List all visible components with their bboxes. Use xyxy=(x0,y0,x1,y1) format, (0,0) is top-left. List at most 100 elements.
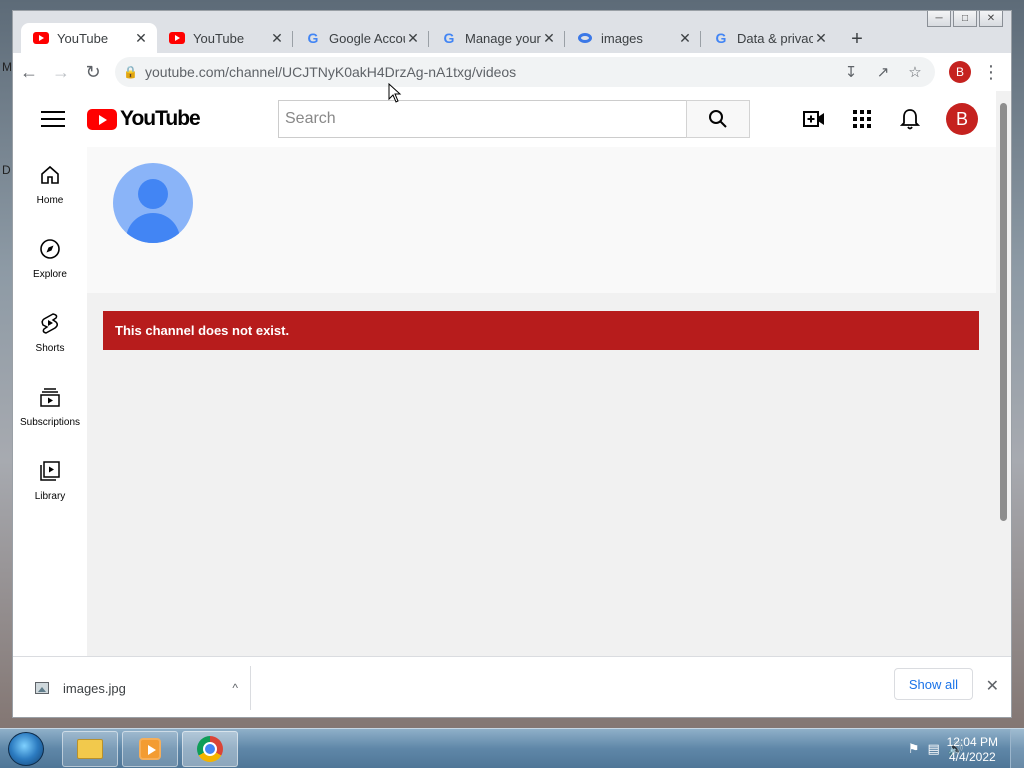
browser-tab[interactable]: G Google Accounts ✕ xyxy=(293,23,429,53)
action-center-flag-icon[interactable]: ⚑ xyxy=(908,741,920,757)
channel-header xyxy=(87,147,998,293)
guide-item-label: Explore xyxy=(33,269,67,280)
back-button[interactable]: ← xyxy=(13,56,45,88)
create-video-icon[interactable] xyxy=(802,107,826,131)
browser-tab[interactable]: YouTube ✕ xyxy=(21,23,157,53)
home-icon xyxy=(38,163,62,187)
address-bar[interactable]: 🔒 youtube.com/channel/UCJTNyK0akH4DrzAg-… xyxy=(115,57,935,87)
url-text: youtube.com/channel/UCJTNyK0akH4DrzAg-nA… xyxy=(145,64,517,80)
guide-item-label: Subscriptions xyxy=(19,417,81,428)
account-avatar[interactable]: B xyxy=(946,103,978,135)
close-tab-icon[interactable]: ✕ xyxy=(405,30,421,47)
close-shelf-icon[interactable]: ✕ xyxy=(986,676,999,696)
install-app-icon[interactable]: ↧ xyxy=(839,63,863,81)
download-file-name: images.jpg xyxy=(63,680,126,696)
browser-toolbar: ← → ↻ 🔒 youtube.com/channel/UCJTNyK0akH4… xyxy=(13,53,1011,91)
new-tab-button[interactable]: + xyxy=(843,25,871,53)
search-box xyxy=(278,100,750,138)
close-tab-icon[interactable]: ✕ xyxy=(269,30,285,47)
download-shelf: images.jpg ^ Show all ✕ xyxy=(13,656,1011,717)
menu-icon[interactable] xyxy=(41,111,65,127)
close-tab-icon[interactable]: ✕ xyxy=(133,30,149,47)
google-favicon-icon: G xyxy=(307,30,319,46)
network-icon[interactable]: ▤ xyxy=(928,741,940,757)
search-input[interactable] xyxy=(278,100,686,138)
taskbar-clock[interactable]: 12:04 PM 4/4/2022 xyxy=(947,735,998,765)
desktop-icon-label: M xyxy=(2,60,12,74)
download-item[interactable]: images.jpg ^ xyxy=(13,666,251,710)
close-tab-icon[interactable]: ✕ xyxy=(813,30,829,47)
youtube-page: YouTube B xyxy=(13,91,1011,656)
notifications-bell-icon[interactable] xyxy=(898,107,922,131)
browser-window: ─ □ ✕ YouTube ✕ YouTube ✕ G Google Accou… xyxy=(12,10,1012,718)
youtube-play-icon xyxy=(87,108,117,130)
google-favicon-icon: G xyxy=(443,30,455,46)
google-favicon-icon: G xyxy=(715,30,727,46)
forward-button[interactable]: → xyxy=(45,56,77,88)
bookmark-star-icon[interactable]: ☆ xyxy=(903,63,927,81)
tab-strip: YouTube ✕ YouTube ✕ G Google Accounts ✕ … xyxy=(21,21,1011,53)
mouse-cursor-icon xyxy=(388,83,402,103)
taskbar: ⚑ ▤ 🔊 12:04 PM 4/4/2022 xyxy=(0,728,1024,768)
compass-icon xyxy=(38,237,62,261)
tab-title: YouTube xyxy=(193,30,245,46)
clock-time: 12:04 PM xyxy=(946,735,998,749)
guide-item-label: Home xyxy=(36,195,64,206)
tab-title: images xyxy=(601,30,643,46)
guide-item-subscriptions[interactable]: Subscriptions xyxy=(13,369,87,443)
shorts-icon xyxy=(38,311,62,335)
browser-tab[interactable]: G Data & privacy ✕ xyxy=(701,23,837,53)
library-icon xyxy=(38,459,62,483)
folder-icon xyxy=(77,739,103,759)
share-icon[interactable]: ↗ xyxy=(871,63,895,81)
tab-title: Manage your Google Account xyxy=(465,30,541,46)
browser-profile-avatar[interactable]: B xyxy=(949,61,971,83)
channel-content: This channel does not exist. xyxy=(87,147,998,656)
lock-icon: 🔒 xyxy=(123,65,138,79)
guide-item-label: Shorts xyxy=(35,343,65,354)
browser-tab[interactable]: YouTube ✕ xyxy=(157,23,293,53)
youtube-favicon-icon xyxy=(169,30,185,46)
youtube-favicon-icon xyxy=(33,30,49,46)
media-player-icon xyxy=(139,738,161,760)
youtube-logo[interactable]: YouTube xyxy=(87,107,201,131)
search-icon xyxy=(709,110,727,128)
chrome-icon xyxy=(197,736,223,762)
clock-date: 4/4/2022 xyxy=(948,750,996,764)
guide-item-shorts[interactable]: Shorts xyxy=(13,295,87,369)
youtube-header: YouTube B xyxy=(13,91,998,147)
reload-button[interactable]: ↻ xyxy=(77,56,109,88)
close-tab-icon[interactable]: ✕ xyxy=(541,30,557,47)
search-button[interactable] xyxy=(686,100,750,138)
guide-item-home[interactable]: Home xyxy=(13,147,87,221)
scrollbar-thumb[interactable] xyxy=(1000,103,1007,521)
tab-title: Data & privacy xyxy=(737,30,813,46)
channel-avatar xyxy=(113,163,193,243)
close-tab-icon[interactable]: ✕ xyxy=(677,30,693,47)
youtube-logo-text: YouTube xyxy=(120,107,201,130)
show-desktop-button[interactable] xyxy=(1010,729,1024,768)
browser-tab[interactable]: images ✕ xyxy=(565,23,701,53)
guide-item-explore[interactable]: Explore xyxy=(13,221,87,295)
header-actions: B xyxy=(802,91,978,147)
error-banner: This channel does not exist. xyxy=(103,311,979,350)
show-all-button[interactable]: Show all xyxy=(893,668,973,700)
taskbar-media-player[interactable] xyxy=(122,731,178,767)
desktop-icon-label: D xyxy=(2,163,11,177)
guide-sidebar: Home Explore Shorts Subscriptions Librar… xyxy=(13,147,87,656)
apps-grid-icon[interactable] xyxy=(850,107,874,131)
image-file-icon xyxy=(35,682,49,694)
taskbar-explorer[interactable] xyxy=(62,731,118,767)
images-favicon-icon xyxy=(577,30,593,46)
subscriptions-icon xyxy=(38,385,62,409)
browser-menu-icon[interactable]: ⋮ xyxy=(979,62,1003,83)
tab-title: Google Accounts xyxy=(329,30,405,46)
guide-item-label: Library xyxy=(34,491,66,502)
guide-item-library[interactable]: Library xyxy=(13,443,87,517)
chevron-up-icon[interactable]: ^ xyxy=(232,681,238,695)
browser-tab[interactable]: G Manage your Google Account ✕ xyxy=(429,23,565,53)
taskbar-chrome[interactable] xyxy=(182,731,238,767)
start-button[interactable] xyxy=(8,732,44,766)
tab-title: YouTube xyxy=(57,30,109,46)
page-scrollbar[interactable] xyxy=(996,91,1011,656)
